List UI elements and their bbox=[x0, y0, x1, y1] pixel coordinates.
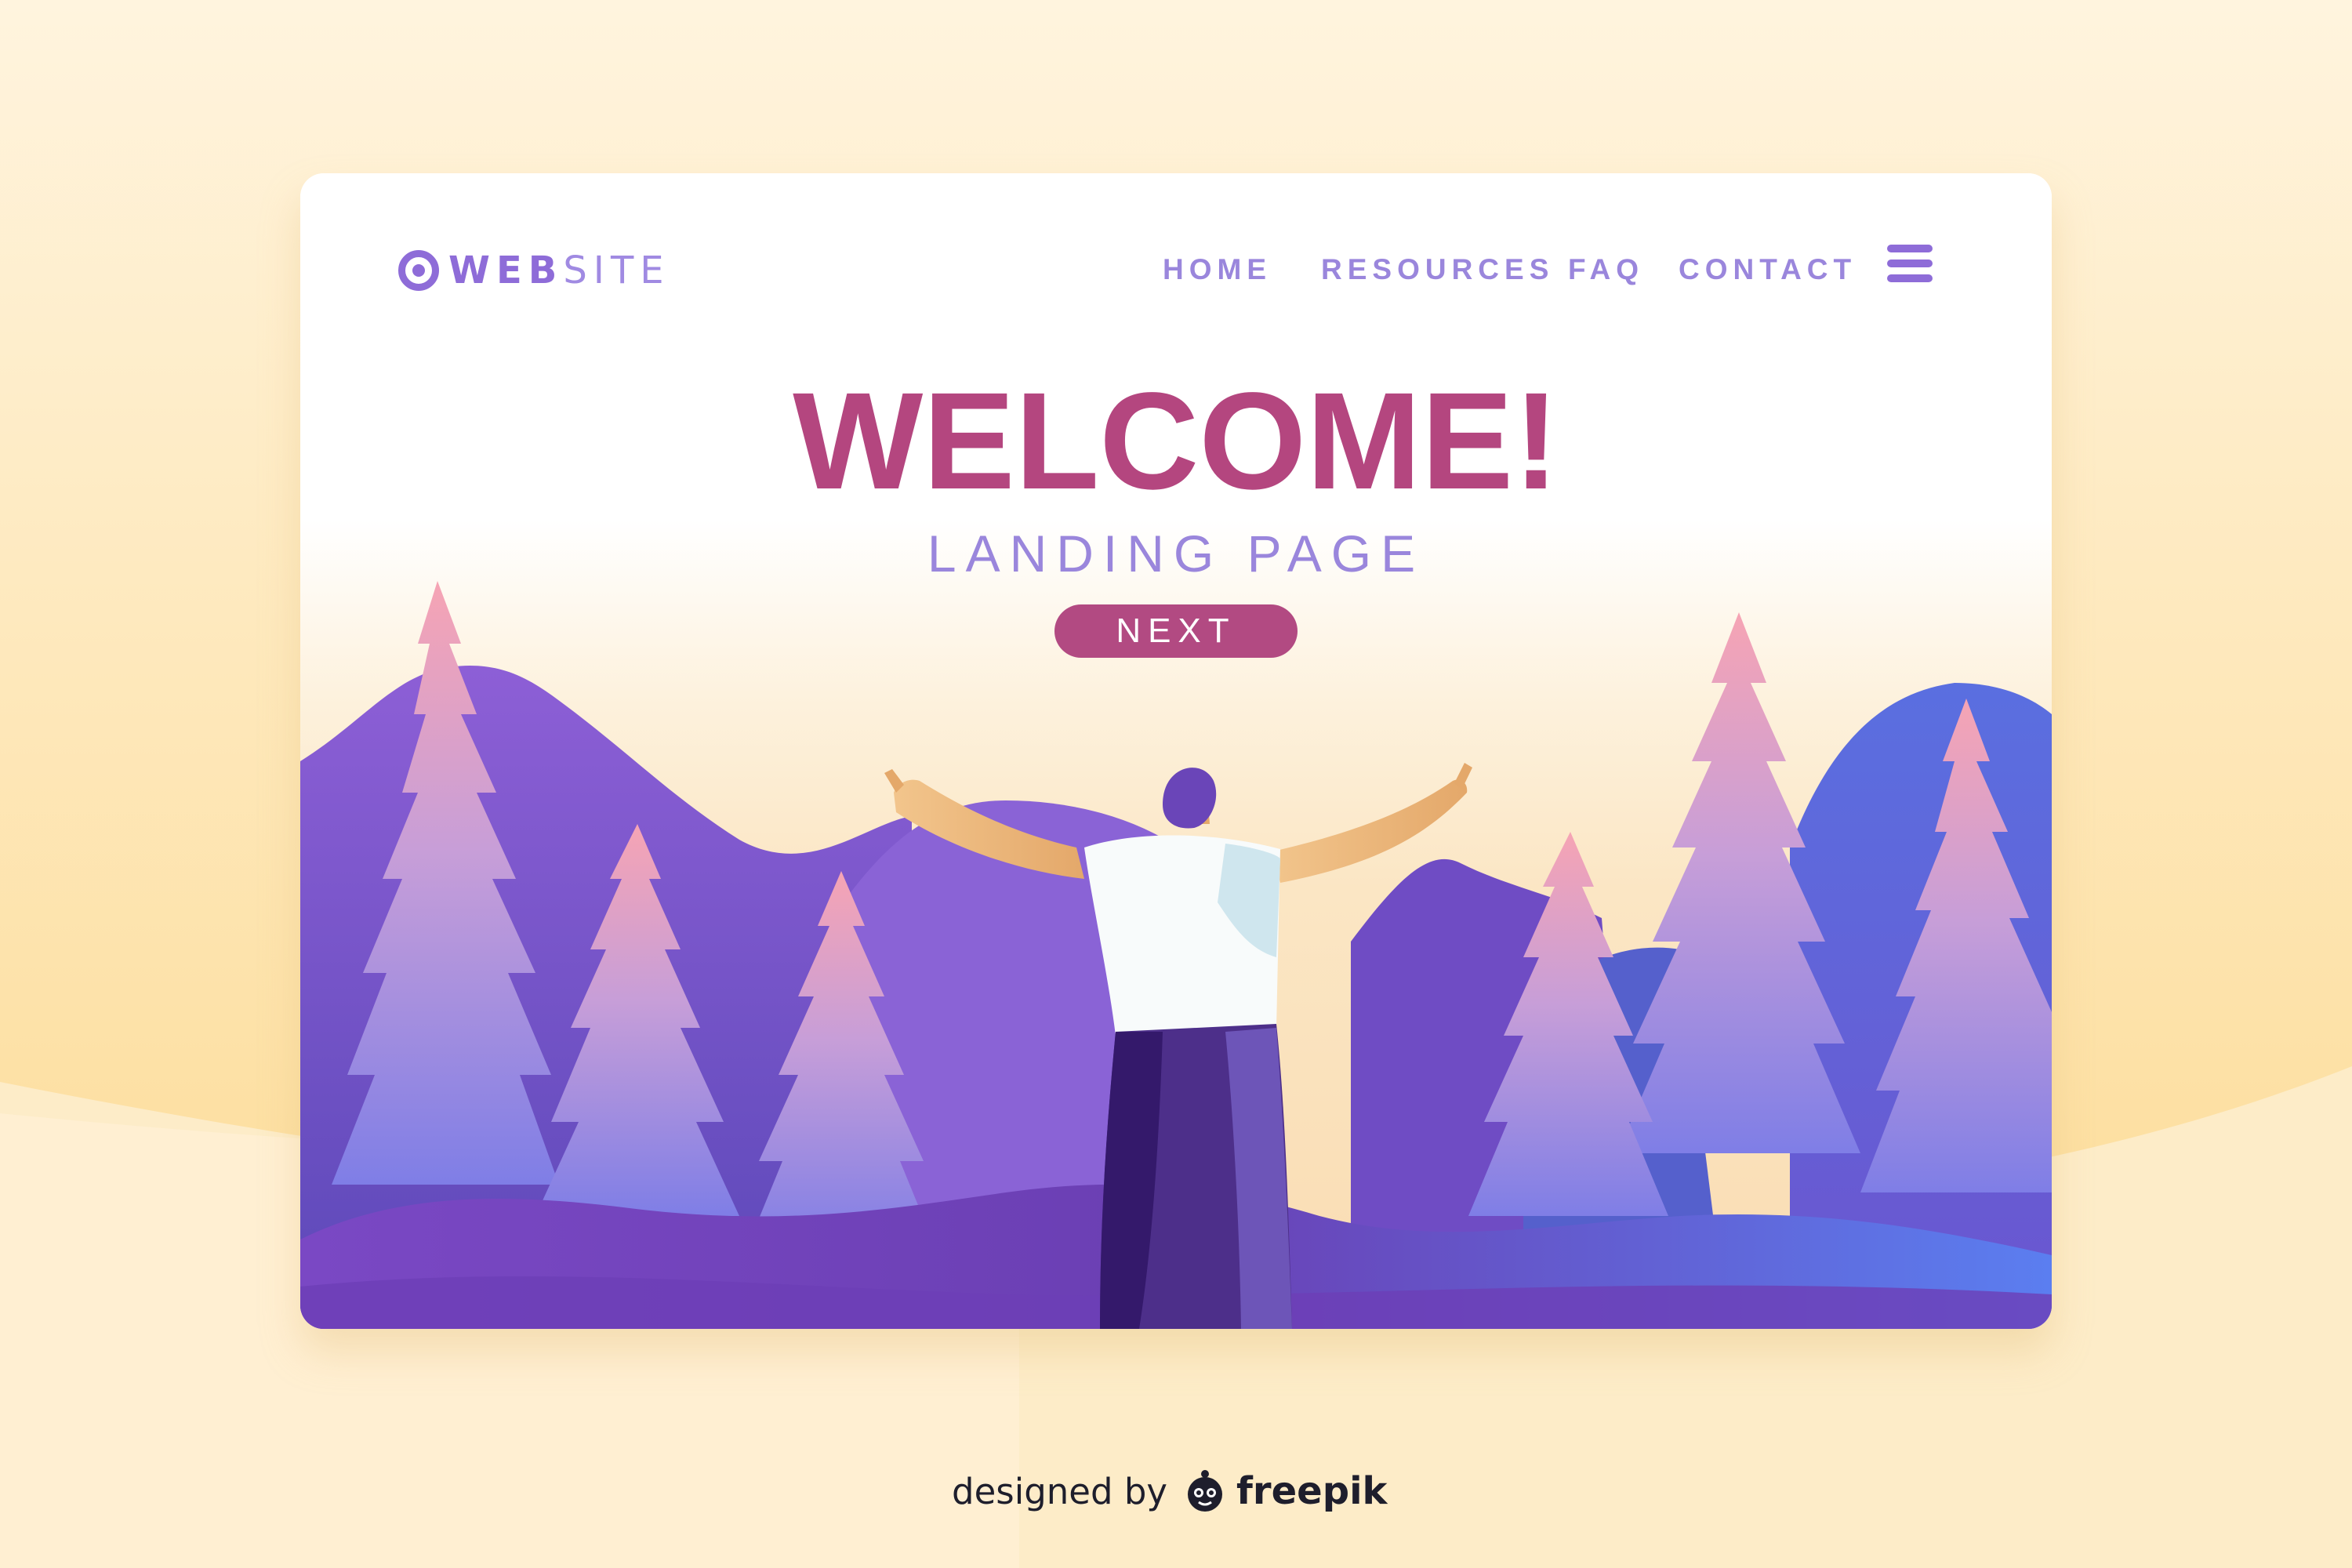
attribution-credit[interactable]: designed by freepik bbox=[952, 1460, 1387, 1523]
credit-prefix: designed by bbox=[952, 1470, 1168, 1512]
nav-resources[interactable]: RESOURCES bbox=[1321, 250, 1554, 289]
nav-contact[interactable]: CONTACT bbox=[1679, 250, 1857, 289]
hero-title: WELCOME! bbox=[793, 365, 1559, 518]
nav-faq[interactable]: FAQ bbox=[1568, 250, 1644, 289]
hero-subtitle: LANDING PAGE bbox=[927, 524, 1425, 583]
credit-brand: freepik bbox=[1236, 1469, 1388, 1513]
next-button[interactable]: NEXT bbox=[1054, 604, 1298, 658]
landing-card: WEBSITE HOME RESOURCES FAQ CONTACT WELCO… bbox=[300, 173, 2052, 1329]
hamburger-menu-icon[interactable] bbox=[1887, 245, 1933, 287]
nav-home[interactable]: HOME bbox=[1163, 250, 1272, 289]
freepik-logo-icon bbox=[1188, 1470, 1223, 1512]
